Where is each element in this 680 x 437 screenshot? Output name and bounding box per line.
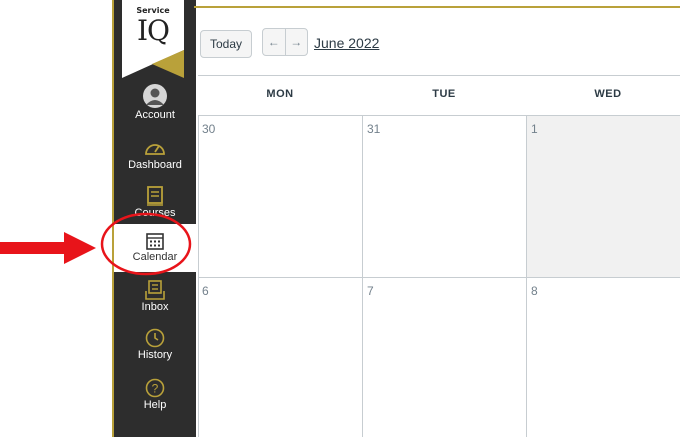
- svg-text:?: ?: [152, 382, 159, 396]
- day-number: 8: [531, 284, 538, 298]
- header-divider: [194, 6, 680, 8]
- nav-item-inbox[interactable]: Inbox: [114, 280, 196, 314]
- nav-item-account[interactable]: Account: [114, 84, 196, 122]
- nav-label-account: Account: [135, 109, 175, 121]
- next-month-button[interactable]: →: [286, 35, 308, 49]
- calendar-header-border: [198, 75, 680, 76]
- account-icon: [143, 84, 167, 108]
- prev-month-button[interactable]: ←: [263, 35, 285, 49]
- nav-item-help[interactable]: ? Help: [114, 378, 196, 412]
- day-cell[interactable]: 6: [198, 278, 363, 437]
- day-cell[interactable]: 8: [527, 278, 680, 437]
- courses-icon: [147, 186, 163, 206]
- inbox-icon: [145, 280, 165, 300]
- history-icon: [145, 328, 165, 348]
- day-number: 6: [202, 284, 209, 298]
- day-cell[interactable]: 30: [198, 116, 363, 278]
- help-icon: ?: [145, 378, 165, 398]
- day-header-mon: MON: [266, 88, 294, 100]
- nav-item-dashboard[interactable]: Dashboard: [114, 138, 196, 172]
- day-cell-today[interactable]: 1: [527, 116, 680, 278]
- annotation-arrow: [0, 232, 96, 264]
- annotation-circle: [100, 212, 192, 276]
- day-header-tue: TUE: [432, 88, 456, 100]
- nav-item-history[interactable]: History: [114, 328, 196, 362]
- day-number: 1: [531, 122, 538, 136]
- logo-triangle: [122, 50, 184, 78]
- nav-label-history: History: [137, 349, 173, 361]
- month-title-link[interactable]: June 2022: [314, 35, 379, 51]
- day-number: 30: [202, 122, 216, 136]
- dashboard-icon: [145, 144, 165, 155]
- nav-label-inbox: Inbox: [141, 301, 169, 313]
- day-cell[interactable]: 31: [363, 116, 527, 278]
- day-number: 31: [367, 122, 381, 136]
- nav-label-dashboard: Dashboard: [128, 159, 182, 171]
- day-header-wed: WED: [594, 88, 622, 100]
- day-cell[interactable]: 7: [363, 278, 527, 437]
- today-button[interactable]: Today: [200, 30, 252, 58]
- month-nav-buttons: ← →: [262, 28, 308, 56]
- day-number: 7: [367, 284, 374, 298]
- logo-text-iq: IQ: [136, 14, 170, 47]
- serviceiq-logo[interactable]: Service IQ: [122, 0, 184, 78]
- nav-label-help: Help: [143, 399, 167, 411]
